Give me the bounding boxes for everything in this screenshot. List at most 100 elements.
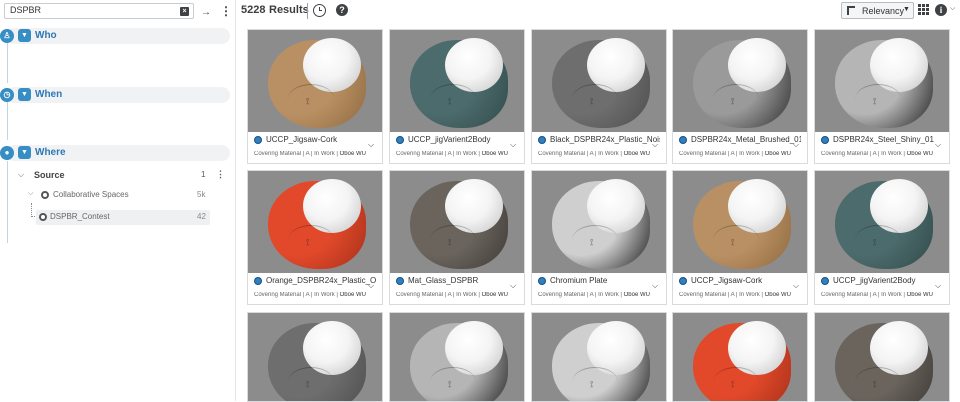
search-input-value[interactable]: DSPBR (10, 5, 41, 15)
result-tile[interactable]: ⟟ UCCP_Jigsaw-Cork Covering Material | A |… (247, 29, 383, 164)
chevron-down-icon[interactable]: ⌵ (652, 281, 658, 291)
tile-meta-owner[interactable]: Oboe WU (624, 151, 650, 157)
chevron-down-icon[interactable]: ⌵ (935, 281, 941, 291)
result-tile[interactable]: ⟟ UCCP_jigVarient2Body Covering Material |… (389, 29, 525, 164)
arrow-right-icon[interactable]: → (201, 7, 211, 18)
tile-meta-owner[interactable]: Oboe WU (482, 292, 508, 298)
tile-meta-owner[interactable]: Oboe WU (482, 151, 508, 157)
chevron-down-icon[interactable]: ▼ (18, 88, 31, 101)
chevron-down-icon[interactable]: ⌵ (28, 190, 33, 198)
result-tile[interactable]: ⟟ (814, 312, 950, 402)
tile-title[interactable]: UCCP_jigVarient2Body (833, 276, 943, 285)
tile-meta-status: Covering Material | A | In Work | (679, 292, 765, 298)
result-tile[interactable]: ⟟ (389, 312, 525, 402)
tile-title[interactable]: DSPBR24x_Metal_Brushed_01 (691, 135, 801, 144)
history-icon[interactable] (313, 4, 326, 17)
clear-icon[interactable]: × (180, 7, 189, 16)
tile-meta: Covering Material | A | In Work | Oboe W… (396, 292, 508, 298)
tile-title[interactable]: Black_DSPBR24x_Plastic_Noise_Fin (550, 135, 660, 144)
material-thumbnail[interactable]: ⟟ (673, 171, 807, 273)
material-thumbnail[interactable]: ⟟ (815, 313, 949, 401)
chevron-down-icon[interactable]: ⌵ (18, 170, 24, 180)
material-thumbnail[interactable]: ⟟ (248, 313, 382, 401)
material-thumbnail[interactable]: ⟟ (673, 30, 807, 132)
facet-who[interactable]: ♙ ▼ Who (0, 28, 232, 44)
result-tile[interactable]: ⟟ Orange_DSPBR24x_Plastic_Orange Covering … (247, 170, 383, 305)
material-thumbnail[interactable]: ⟟ (390, 313, 524, 401)
tile-meta-owner[interactable]: Oboe WU (340, 292, 366, 298)
material-thumbnail[interactable]: ⟟ (532, 171, 666, 273)
tile-meta: Covering Material | A | In Work | Oboe W… (538, 292, 650, 298)
search-input[interactable]: DSPBR × → (4, 3, 211, 19)
brand-logo-icon: ⟟ (448, 379, 452, 389)
tree-item-dspbr-contest[interactable]: DSPBR_Contest 42 (36, 210, 210, 225)
tile-meta-owner[interactable]: Oboe WU (907, 292, 933, 298)
tile-meta: Covering Material | A | In Work | Oboe W… (679, 151, 791, 157)
material-thumbnail[interactable]: ⟟ (815, 171, 949, 273)
chevron-down-icon[interactable]: ⌵ (368, 140, 374, 150)
chevron-down-icon[interactable]: ▼ (18, 146, 31, 159)
tile-meta-owner[interactable]: Oboe WU (765, 151, 791, 157)
chevron-down-icon[interactable]: ▼ (18, 29, 31, 42)
tile-meta-owner[interactable]: Oboe WU (340, 151, 366, 157)
more-options-icon[interactable]: ⋮ (220, 3, 232, 19)
tile-meta-owner[interactable]: Oboe WU (624, 292, 650, 298)
material-thumbnail[interactable]: ⟟ (532, 30, 666, 132)
tile-title[interactable]: Mat_Glass_DSPBR (408, 276, 518, 285)
tile-title[interactable]: Orange_DSPBR24x_Plastic_Orange (266, 276, 376, 285)
material-thumbnail[interactable]: ⟟ (390, 171, 524, 273)
material-type-icon (396, 136, 404, 144)
result-tile[interactable]: ⟟ (247, 312, 383, 402)
tree-item-collaborative-spaces[interactable]: ⌵ Collaborative Spaces 5k (26, 188, 210, 203)
brand-logo-icon: ⟟ (731, 237, 735, 247)
result-tile[interactable]: ⟟ Black_DSPBR24x_Plastic_Noise_Fin Coverin… (531, 29, 667, 164)
info-icon[interactable]: i (935, 4, 947, 16)
space-icon (41, 191, 49, 199)
result-tile[interactable]: ⟟ Mat_Glass_DSPBR Covering Material | A | … (389, 170, 525, 305)
material-thumbnail[interactable]: ⟟ (673, 313, 807, 401)
result-tile[interactable]: ⟟ DSPBR24x_Steel_Shiny_01 Covering Materia… (814, 29, 950, 164)
divider (307, 3, 308, 19)
tile-title[interactable]: DSPBR24x_Steel_Shiny_01 (833, 135, 943, 144)
person-icon: ♙ (0, 29, 14, 43)
facet-where[interactable]: ● ▼ Where (0, 145, 232, 161)
chevron-down-icon[interactable]: ⌵ (950, 5, 955, 13)
material-thumbnail[interactable]: ⟟ (532, 313, 666, 401)
chevron-down-icon[interactable]: ⌵ (510, 140, 516, 150)
facet-when[interactable]: ◷ ▼ When (0, 87, 232, 103)
chevron-down-icon[interactable]: ⌵ (652, 140, 658, 150)
chevron-down-icon[interactable]: ⌵ (793, 140, 799, 150)
tile-meta-owner[interactable]: Oboe WU (907, 151, 933, 157)
result-tile[interactable]: ⟟ DSPBR24x_Metal_Brushed_01 Covering Mater… (672, 29, 808, 164)
tile-title[interactable]: Chromium Plate (550, 276, 660, 285)
chevron-down-icon[interactable]: ⌵ (510, 281, 516, 291)
material-type-icon (538, 277, 546, 285)
brand-logo-icon: ⟟ (731, 96, 735, 106)
material-thumbnail[interactable]: ⟟ (248, 30, 382, 132)
tile-meta-owner[interactable]: Oboe WU (765, 292, 791, 298)
chevron-down-icon[interactable]: ⌵ (935, 140, 941, 150)
material-thumbnail[interactable]: ⟟ (815, 30, 949, 132)
result-tile[interactable]: ⟟ Chromium Plate Covering Material | A | I… (531, 170, 667, 305)
tile-title[interactable]: UCCP_jigVarient2Body (408, 135, 518, 144)
tile-meta-status: Covering Material | A | In Work | (396, 151, 482, 157)
chevron-down-icon[interactable]: ⌵ (368, 281, 374, 291)
chevron-down-icon[interactable]: ⌵ (793, 281, 799, 291)
tile-title[interactable]: UCCP_Jigsaw-Cork (691, 276, 801, 285)
tile-meta: Covering Material | A | In Work | Oboe W… (396, 151, 508, 157)
brand-logo-icon: ⟟ (448, 237, 452, 247)
tile-title[interactable]: UCCP_Jigsaw-Cork (266, 135, 376, 144)
sort-dropdown[interactable]: Relevancy ▼ (841, 2, 914, 19)
material-thumbnail[interactable]: ⟟ (390, 30, 524, 132)
help-icon[interactable]: ? (336, 4, 348, 16)
result-tile[interactable]: ⟟ (672, 312, 808, 402)
tile-meta-status: Covering Material | A | In Work | (821, 151, 907, 157)
result-tile[interactable]: ⟟ (531, 312, 667, 402)
result-tile[interactable]: ⟟ UCCP_jigVarient2Body Covering Material |… (814, 170, 950, 305)
material-type-icon (679, 277, 687, 285)
source-facet[interactable]: ⌵ Source 1 ⋮ (16, 168, 232, 184)
more-options-icon[interactable]: ⋮ (216, 169, 225, 180)
material-thumbnail[interactable]: ⟟ (248, 171, 382, 273)
grid-view-icon[interactable] (918, 4, 930, 16)
result-tile[interactable]: ⟟ UCCP_Jigsaw-Cork Covering Material | A |… (672, 170, 808, 305)
